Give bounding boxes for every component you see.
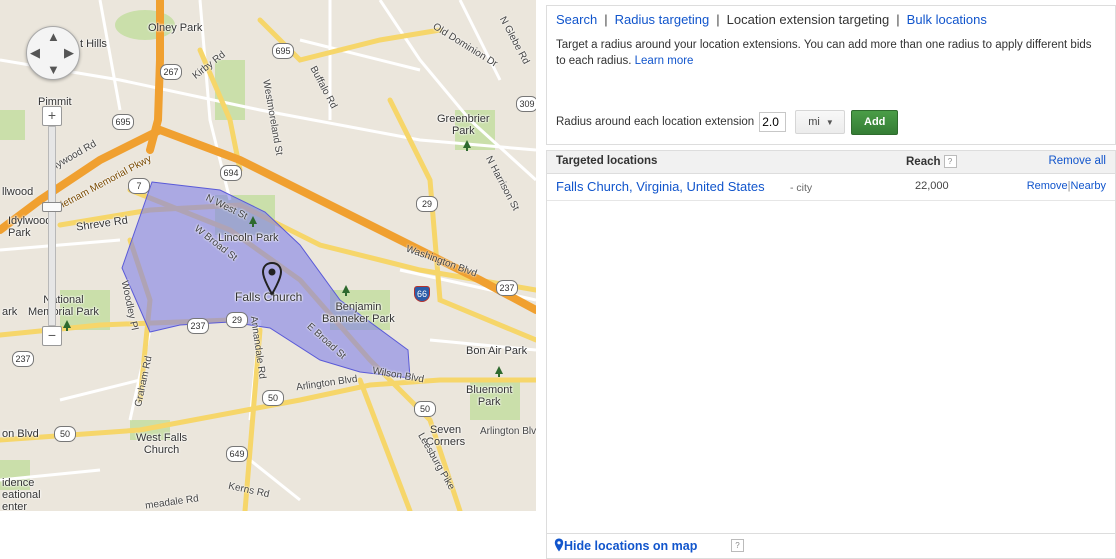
learn-more-link[interactable]: Learn more	[635, 55, 694, 67]
park-marker-icon	[249, 216, 257, 227]
help-icon[interactable]: ?	[943, 155, 957, 168]
map-zoom-control[interactable]: + −	[42, 106, 62, 346]
pan-down-icon[interactable]: ▼	[47, 63, 60, 76]
radius-row: Radius around each location extension mi…	[556, 109, 899, 135]
route-shield: 237	[496, 280, 518, 296]
map-label-hills: t Hills	[80, 38, 107, 50]
description: Target a radius around your location ext…	[556, 37, 1101, 69]
map-label-bon-air: Bon Air Park	[466, 345, 528, 357]
map-label-lwood: llwood	[2, 186, 34, 198]
map-label-lincoln: Lincoln Park	[218, 232, 279, 244]
column-header-reach: Reach?	[906, 155, 957, 168]
map-label-national: National Memorial Park	[28, 294, 99, 318]
pan-up-icon[interactable]: ▲	[47, 30, 60, 43]
pan-right-icon[interactable]: ▶	[64, 46, 74, 59]
route-shield: 695	[272, 43, 294, 59]
route-shield: 237	[187, 318, 209, 334]
map-label-greenbrier: Greenbrier Park	[437, 113, 490, 137]
route-shield: 50	[262, 390, 284, 406]
chevron-down-icon: ▼	[825, 118, 834, 127]
interstate-shield: 66	[414, 286, 430, 302]
unit-select[interactable]: mi ▼	[795, 110, 846, 134]
route-shield: 267	[160, 64, 182, 80]
nearby-link[interactable]: Nearby	[1071, 180, 1106, 192]
location-name-link[interactable]: Falls Church, Virginia, United States	[556, 179, 765, 194]
targeting-panel: Search | Radius targeting | Location extensi…	[546, 5, 1116, 145]
route-shield: 50	[414, 401, 436, 417]
column-header-reach-label: Reach	[906, 156, 941, 168]
row-actions: Remove|Nearby	[1027, 180, 1106, 192]
table-footer: Hide locations on map ?	[547, 533, 1115, 558]
hide-locations-label: Hide locations on map	[564, 539, 698, 553]
help-icon[interactable]: ?	[731, 539, 744, 552]
column-header-locations: Targeted locations	[556, 155, 658, 167]
location-pin-icon[interactable]	[262, 262, 282, 296]
map-view[interactable]: Olney Park t Hills Old Dominion Dr N Gle…	[0, 0, 536, 511]
map-pin-icon	[554, 538, 564, 552]
zoom-in-button[interactable]: +	[42, 106, 62, 126]
route-shield: 50	[54, 426, 76, 442]
unit-select-value: mi	[808, 116, 820, 128]
park-marker-icon	[63, 320, 71, 331]
tab-bulk-locations[interactable]: Bulk locations	[907, 12, 987, 27]
map-label-ark: ark	[2, 306, 18, 318]
reach-value: 22,000	[915, 180, 949, 192]
tab-separator: |	[896, 12, 900, 27]
zoom-slider-track[interactable]	[48, 126, 56, 326]
targeting-tabs: Search | Radius targeting | Location extensi…	[556, 12, 987, 27]
route-shield: 309	[516, 96, 536, 112]
park-marker-icon	[463, 140, 471, 151]
tab-radius-targeting[interactable]: Radius targeting	[615, 12, 710, 27]
pan-left-icon[interactable]: ◀	[30, 46, 40, 59]
route-shield: 695	[112, 114, 134, 130]
park-marker-icon	[342, 285, 350, 296]
tab-separator: |	[604, 12, 608, 27]
park-marker-icon	[495, 366, 503, 377]
map-label-bluemont: Bluemont Park	[466, 384, 513, 408]
tab-search[interactable]: Search	[556, 12, 597, 27]
map-label-arlington-blvd2: Arlington Blvd	[480, 426, 536, 437]
map-label-idence: idence eational enter	[2, 477, 41, 511]
map-label-olney-park: Olney Park	[148, 22, 203, 34]
zoom-out-button[interactable]: −	[42, 326, 62, 346]
remove-link[interactable]: Remove	[1027, 180, 1068, 192]
table-row: Falls Church, Virginia, United States - …	[547, 174, 1115, 201]
map-label-benjamin: Benjamin Banneker Park	[322, 301, 395, 325]
route-shield: 29	[416, 196, 438, 212]
route-shield: 7	[128, 178, 150, 194]
map-pan-control[interactable]: ▲ ▼ ◀ ▶	[26, 26, 80, 80]
tab-location-extension-targeting: Location extension targeting	[726, 12, 890, 27]
route-shield: 237	[12, 351, 34, 367]
zoom-slider-handle[interactable]	[42, 202, 62, 212]
radius-input[interactable]	[759, 112, 787, 132]
map-label-on-blvd: on Blvd	[2, 428, 39, 440]
route-shield: 694	[220, 165, 242, 181]
radius-label: Radius around each location extension	[556, 116, 755, 128]
add-button[interactable]: Add	[851, 109, 899, 135]
hide-locations-link[interactable]: Hide locations on map	[554, 538, 697, 553]
location-type: - city	[790, 182, 813, 194]
remove-all-link[interactable]: Remove all	[1048, 155, 1106, 167]
targeted-locations-table: Targeted locations Reach? Remove all Fal…	[546, 150, 1116, 559]
tab-separator: |	[716, 12, 720, 27]
map-label-west-falls: West Falls Church	[136, 432, 188, 456]
route-shield: 649	[226, 446, 248, 462]
table-header: Targeted locations Reach? Remove all	[547, 151, 1115, 174]
route-shield: 29	[226, 312, 248, 328]
